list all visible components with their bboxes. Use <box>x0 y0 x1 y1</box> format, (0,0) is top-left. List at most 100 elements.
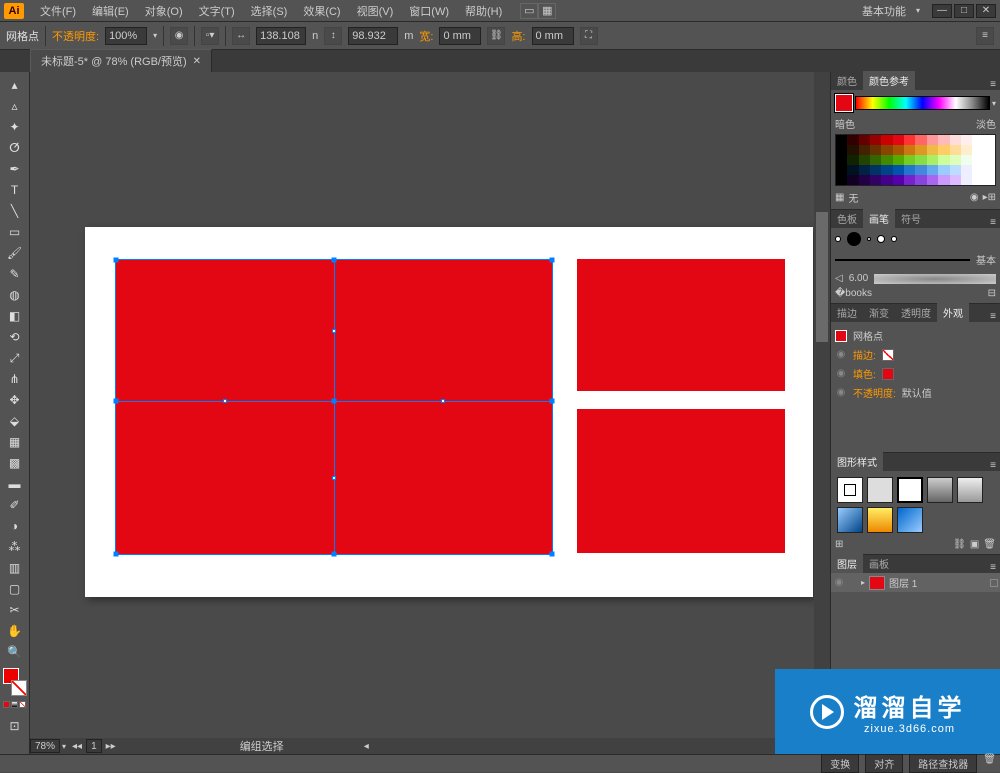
panel-align[interactable]: 对齐 <box>865 754 903 773</box>
new-style-icon[interactable]: ▣ <box>970 539 979 550</box>
color-mode-icon[interactable] <box>3 701 10 708</box>
color-swatch-grid[interactable] <box>835 134 996 186</box>
appear-opacity-label[interactable]: 不透明度: <box>853 385 896 400</box>
tool-blend[interactable]: ◑ <box>4 517 26 535</box>
tab-brushes[interactable]: 画笔 <box>863 209 895 228</box>
window-minimize[interactable]: — <box>932 4 952 18</box>
base-color[interactable] <box>835 94 853 112</box>
tool-mesh[interactable]: ▩ <box>4 454 26 472</box>
page-prev-icon[interactable]: ◂◂ <box>72 741 82 752</box>
panel-menu-icon[interactable]: ≡ <box>986 79 1000 90</box>
tool-symbol-spray[interactable]: ⁂ <box>4 538 26 556</box>
trash-icon[interactable]: 🗑 <box>983 754 996 773</box>
scroll-left-icon[interactable]: ◂ <box>364 741 369 752</box>
harmony-strip[interactable] <box>855 96 990 110</box>
appear-stroke-label[interactable]: 描边: <box>853 347 876 362</box>
fill-stroke-indicator[interactable] <box>3 668 27 696</box>
tool-paintbrush[interactable]: 🖌 <box>4 244 26 262</box>
tab-artboards[interactable]: 画板 <box>863 554 895 573</box>
none-mode-icon[interactable] <box>19 701 26 708</box>
tool-rotate[interactable]: ⟲ <box>4 328 26 346</box>
menu-object[interactable]: 对象(O) <box>137 1 191 21</box>
menu-effect[interactable]: 效果(C) <box>295 1 348 21</box>
tab-gradient[interactable]: 渐变 <box>863 303 895 322</box>
tool-lasso[interactable]: ⵚ <box>4 139 26 157</box>
layer-target-icon[interactable] <box>990 579 998 587</box>
red-rectangle-2[interactable] <box>577 259 785 391</box>
width-input[interactable] <box>439 27 481 45</box>
canvas-area[interactable]: 78% ▾ ◂◂ 1 ▸▸ 编组选择 ◂ ▸ <box>30 72 830 754</box>
document-tab[interactable]: 未标题-5* @ 78% (RGB/预览) ✕ <box>30 49 212 72</box>
tool-direct-select[interactable]: ▵ <box>4 97 26 115</box>
appear-fill-swatch[interactable] <box>882 368 894 380</box>
panel-menu-icon-4[interactable]: ≡ <box>986 460 1000 471</box>
tool-magic-wand[interactable]: ✦ <box>4 118 26 136</box>
eye-icon-3[interactable]: ◉ <box>835 387 847 398</box>
tab-appearance[interactable]: 外观 <box>937 303 969 322</box>
menu-view[interactable]: 视图(V) <box>349 1 402 21</box>
tab-stroke[interactable]: 描边 <box>831 303 863 322</box>
grid-icon[interactable]: ▦ <box>835 192 844 203</box>
delete-style-icon[interactable]: 🗑 <box>983 539 996 550</box>
tool-type[interactable]: T <box>4 181 26 199</box>
tool-pencil[interactable]: ✎ <box>4 265 26 283</box>
appear-fill-label[interactable]: 填色: <box>853 366 876 381</box>
artboard-nav[interactable]: 1 <box>86 739 102 753</box>
tab-layers[interactable]: 图层 <box>831 554 863 573</box>
brush-options-icon[interactable]: ⊟ <box>988 288 996 299</box>
zoom-dropdown-icon[interactable]: ▾ <box>62 742 66 751</box>
layer-visibility-icon[interactable]: ◉ <box>833 577 845 588</box>
tool-screen-mode[interactable]: ⊡ <box>4 717 26 735</box>
x-input[interactable] <box>256 27 306 45</box>
tool-line[interactable]: ╲ <box>4 202 26 220</box>
workspace-dropdown-icon[interactable]: ▾ <box>916 6 920 15</box>
brush-lib-icon[interactable]: �books <box>835 288 872 299</box>
tool-eraser[interactable]: ◧ <box>4 307 26 325</box>
tool-shape-builder[interactable]: ⬙ <box>4 412 26 430</box>
recolor-icon[interactable]: ◉ <box>170 27 188 45</box>
tool-rectangle[interactable]: ▭ <box>4 223 26 241</box>
eye-icon-2[interactable]: ◉ <box>835 368 847 379</box>
menu-type[interactable]: 文字(T) <box>191 1 243 21</box>
layer-row[interactable]: ◉ ▸ 图层 1 <box>831 573 1000 592</box>
tool-eyedropper[interactable]: ✐ <box>4 496 26 514</box>
panel-menu-icon-2[interactable]: ≡ <box>986 217 1000 228</box>
gradient-mode-icon[interactable] <box>11 701 18 708</box>
arrange-icon[interactable]: ▦ <box>538 3 556 19</box>
window-maximize[interactable]: □ <box>954 4 974 18</box>
workspace-switcher[interactable]: 基本功能 <box>862 3 906 19</box>
layout-icon[interactable]: ▭ <box>520 3 538 19</box>
zoom-level[interactable]: 78% <box>30 739 60 753</box>
red-rectangle-3[interactable] <box>577 409 785 553</box>
harmony-dropdown-icon[interactable]: ▾ <box>992 99 996 108</box>
panel-menu-icon-3[interactable]: ≡ <box>986 311 1000 322</box>
save-group-icon[interactable]: ▸⊞ <box>983 192 996 203</box>
tool-width[interactable]: ⋔ <box>4 370 26 388</box>
menu-window[interactable]: 窗口(W) <box>401 1 457 21</box>
menu-select[interactable]: 选择(S) <box>243 1 296 21</box>
scrollbar-v-thumb[interactable] <box>816 212 828 342</box>
tool-gradient[interactable]: ▬ <box>4 475 26 493</box>
menu-edit[interactable]: 编辑(E) <box>84 1 137 21</box>
brush-presets[interactable] <box>835 232 996 246</box>
control-menu-icon[interactable]: ≡ <box>976 27 994 45</box>
panel-menu-icon-5[interactable]: ≡ <box>986 562 1000 573</box>
menu-help[interactable]: 帮助(H) <box>457 1 510 21</box>
red-rectangle-selected[interactable] <box>115 259 553 555</box>
isolate-icon[interactable]: ⛶ <box>580 27 598 45</box>
style-lib-icon[interactable]: ⊞ <box>835 539 843 550</box>
tool-scale[interactable]: ⤢ <box>4 349 26 367</box>
basic-brush[interactable] <box>835 259 970 261</box>
y-input[interactable] <box>348 27 398 45</box>
layer-expand-icon[interactable]: ▸ <box>861 578 865 587</box>
tab-graphic-styles[interactable]: 图形样式 <box>831 452 883 471</box>
tab-swatches[interactable]: 色板 <box>831 209 863 228</box>
tool-graph[interactable]: ▥ <box>4 559 26 577</box>
stroke-swatch[interactable] <box>11 680 27 696</box>
opacity-step-icon[interactable]: ▾ <box>153 31 157 40</box>
appear-stroke-swatch[interactable] <box>882 349 894 361</box>
panel-transform[interactable]: 变换 <box>821 754 859 773</box>
tool-artboard[interactable]: ▢ <box>4 580 26 598</box>
tool-selection[interactable]: ▴ <box>4 76 26 94</box>
artboard[interactable] <box>85 227 813 597</box>
